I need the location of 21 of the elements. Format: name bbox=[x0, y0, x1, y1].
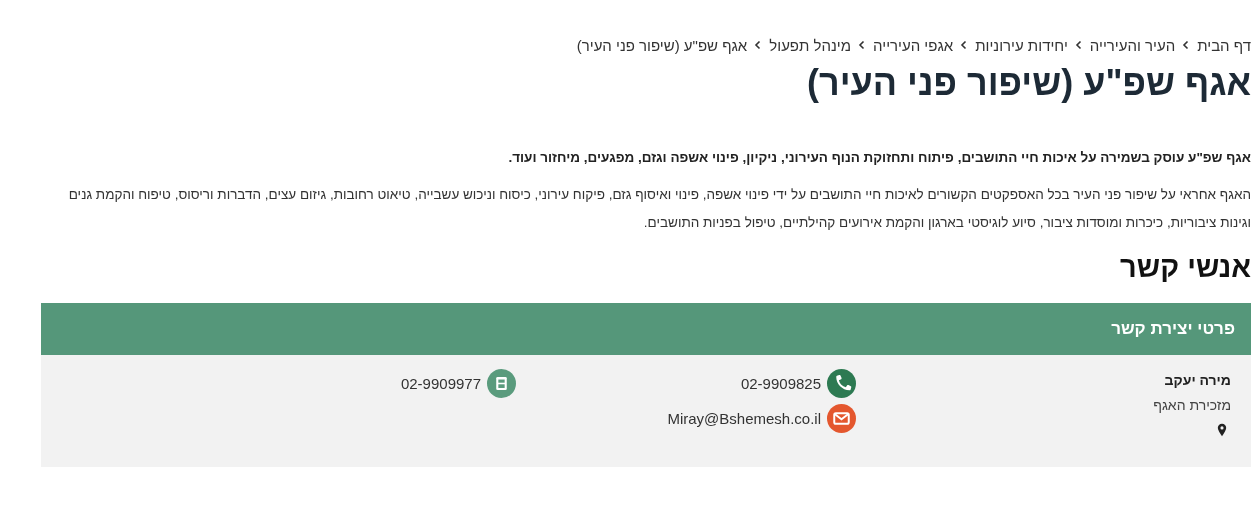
fax-number: 02-9909977 bbox=[400, 375, 481, 392]
location-pin-icon bbox=[1217, 423, 1227, 437]
fax-icon bbox=[487, 369, 516, 398]
contact-role: מזכירת האגף bbox=[1153, 396, 1231, 415]
breadcrumb-link[interactable]: יחידות עירוניות bbox=[975, 36, 1068, 54]
phone-icon bbox=[827, 369, 856, 398]
breadcrumb-link[interactable]: העיר והעירייה bbox=[1089, 36, 1176, 54]
intro-text: אגף שפ"ע עוסק בשמירה על איכות חיי התושבים, פיתוח ותחזוקת הנוף העירוני, ניקיון, פינוי אשפה וגזם, מפגעים, מיחזור ועוד. bbox=[507, 149, 1251, 167]
breadcrumb-link[interactable]: אגפי העירייה bbox=[873, 36, 954, 54]
description-text: האגף אחראי על שיפור פני העיר בכל האספקטים הקשורים לאיכות חיי התושבים על ידי פינוי אשפה, פינוי ואיסוף גזם, פיקוח עירוני, כיסוח וניכוש עשבייה, טיאוט רחובות, גיזום עצים, הדברות וריסוס, טיפוח והקמת גנים וגינות ציבוריות, כיכרות ומוסדות ציבור, סיוע לוגיסטי בארגון והקמת אירועים קהילתיים, טיפול בפניות התושבים. bbox=[67, 186, 1251, 232]
breadcrumb-link[interactable]: מינהל תפעול bbox=[769, 36, 852, 54]
email-link[interactable]: Miray@Bshemesh.co.il bbox=[667, 410, 821, 427]
contact-name: מירה יעקב bbox=[1164, 371, 1231, 390]
chevron-icon bbox=[1073, 40, 1084, 50]
breadcrumb-current: אגף שפ"ע (שיפור פני העיר) bbox=[576, 36, 748, 54]
breadcrumb-link[interactable]: דף הבית bbox=[1197, 36, 1251, 54]
page-title: אגף שפ"ע (שיפור פני העיר) bbox=[805, 61, 1251, 105]
panel-header: פרטי יצירת קשר bbox=[41, 303, 1251, 355]
envelope-icon bbox=[827, 404, 856, 433]
section-heading: אנשי קשר bbox=[1119, 250, 1251, 285]
phone-number: 02-9909825 bbox=[740, 375, 821, 392]
